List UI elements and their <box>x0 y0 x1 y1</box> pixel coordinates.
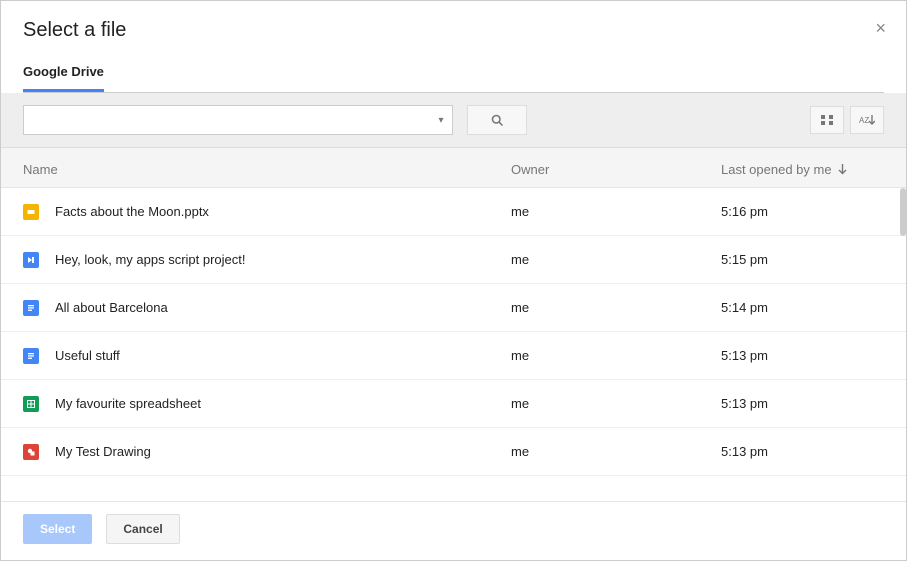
cancel-button[interactable]: Cancel <box>106 514 179 544</box>
file-owner: me <box>511 252 721 267</box>
file-name: Useful stuff <box>55 348 511 363</box>
tabs: Google Drive <box>23 56 884 93</box>
column-header-owner[interactable]: Owner <box>511 162 721 177</box>
file-time: 5:14 pm <box>721 300 884 315</box>
file-time: 5:16 pm <box>721 204 884 219</box>
file-type-icon <box>23 444 55 460</box>
arrow-down-icon <box>838 164 847 175</box>
chevron-down-icon[interactable]: ▾ <box>430 115 452 126</box>
svg-text:AZ: AZ <box>859 116 869 125</box>
dialog-header: Select a file × Google Drive <box>1 1 906 93</box>
column-header-name[interactable]: Name <box>23 162 511 177</box>
file-picker-dialog: Select a file × Google Drive ▾ AZ <box>0 0 907 561</box>
file-name: My Test Drawing <box>55 444 511 459</box>
file-list[interactable]: Facts about the Moon.pptxme5:16 pmHey, l… <box>1 188 906 501</box>
file-owner: me <box>511 444 721 459</box>
file-type-icon <box>23 252 55 268</box>
file-time: 5:13 pm <box>721 396 884 411</box>
dialog-footer: Select Cancel <box>1 501 906 560</box>
file-time: 5:13 pm <box>721 348 884 363</box>
file-type-icon <box>23 348 55 364</box>
dialog-title: Select a file <box>23 19 884 42</box>
file-owner: me <box>511 396 721 411</box>
file-type-icon <box>23 300 55 316</box>
close-icon[interactable]: × <box>875 19 886 37</box>
column-header-opened[interactable]: Last opened by me <box>721 162 884 177</box>
tab-google-drive[interactable]: Google Drive <box>23 56 104 92</box>
sort-az-icon: AZ <box>859 114 875 126</box>
file-name: Facts about the Moon.pptx <box>55 204 511 219</box>
toolbar-right: AZ <box>810 106 884 134</box>
grid-view-button[interactable] <box>810 106 844 134</box>
file-row[interactable]: All about Barceloname5:14 pm <box>1 284 906 332</box>
search-button[interactable] <box>467 105 527 135</box>
file-time: 5:13 pm <box>721 444 884 459</box>
file-name: All about Barcelona <box>55 300 511 315</box>
file-row[interactable]: Facts about the Moon.pptxme5:16 pm <box>1 188 906 236</box>
toolbar: ▾ AZ <box>1 93 906 148</box>
sort-button[interactable]: AZ <box>850 106 884 134</box>
search-input[interactable]: ▾ <box>23 105 453 135</box>
search-icon <box>490 113 505 128</box>
column-header-opened-label: Last opened by me <box>721 162 832 177</box>
select-button[interactable]: Select <box>23 514 92 544</box>
file-type-icon <box>23 204 55 220</box>
file-name: My favourite spreadsheet <box>55 396 511 411</box>
file-owner: me <box>511 300 721 315</box>
file-row[interactable]: Hey, look, my apps script project!me5:15… <box>1 236 906 284</box>
file-row[interactable]: Useful stuffme5:13 pm <box>1 332 906 380</box>
file-time: 5:15 pm <box>721 252 884 267</box>
search-wrap: ▾ <box>23 105 527 135</box>
column-headers: Name Owner Last opened by me <box>1 148 906 188</box>
file-owner: me <box>511 348 721 363</box>
file-owner: me <box>511 204 721 219</box>
file-name: Hey, look, my apps script project! <box>55 252 511 267</box>
scrollbar-thumb[interactable] <box>900 188 906 236</box>
file-row[interactable]: My Test Drawingme5:13 pm <box>1 428 906 476</box>
file-type-icon <box>23 396 55 412</box>
file-row[interactable]: My favourite spreadsheetme5:13 pm <box>1 380 906 428</box>
grid-icon <box>820 114 834 126</box>
